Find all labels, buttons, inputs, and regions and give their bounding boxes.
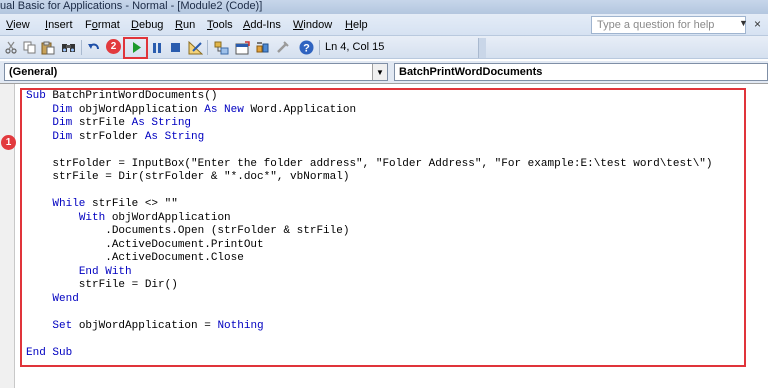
- undo-icon[interactable]: [86, 40, 100, 55]
- code-line: .ActiveDocument.Close: [26, 252, 244, 264]
- properties-icon[interactable]: [234, 40, 250, 55]
- find-icon[interactable]: [60, 40, 76, 55]
- step-badge-1: 1: [1, 135, 16, 150]
- editor-margin: [0, 84, 15, 388]
- code-line: End Sub: [26, 346, 73, 359]
- code-line: .Documents.Open (strFolder & strFile): [26, 225, 350, 237]
- code-line: While strFile <> "": [52, 198, 178, 210]
- code-line: .ActiveDocument.PrintOut: [26, 238, 264, 251]
- code-line: strFolder = InputBox("Enter the folder a…: [26, 157, 713, 170]
- run-button-highlight: [123, 37, 148, 59]
- object-combo-value: (General): [9, 66, 58, 78]
- cursor-position: Ln 4, Col 15: [325, 41, 385, 53]
- code-line: Wend: [52, 292, 79, 305]
- menu-format[interactable]: Format: [85, 18, 120, 32]
- code-line: strFile = Dir(): [26, 279, 178, 291]
- code-line: Sub BatchPrintWordDocuments(): [26, 90, 218, 102]
- close-icon[interactable]: ×: [754, 17, 761, 31]
- cut-icon[interactable]: [4, 40, 18, 55]
- code-text[interactable]: Sub BatchPrintWordDocuments() Dim objWor…: [26, 90, 713, 360]
- help-search-input[interactable]: Type a question for help: [591, 16, 746, 34]
- code-line: Dim strFile As String: [52, 117, 192, 129]
- title-bar: ual Basic for Applications - Normal - [M…: [0, 0, 768, 14]
- design-mode-icon[interactable]: [187, 40, 203, 55]
- code-line: strFile = Dir(strFolder & "*.doc*", vbNo…: [26, 171, 350, 183]
- code-editor[interactable]: Sub BatchPrintWordDocuments() Dim objWor…: [0, 83, 768, 388]
- toolbox-icon[interactable]: [275, 40, 289, 55]
- menu-run[interactable]: Run: [175, 18, 195, 32]
- code-window-header: (General) ▼ BatchPrintWordDocuments: [0, 61, 768, 83]
- object-combo[interactable]: (General) ▼: [4, 63, 388, 81]
- help-icon[interactable]: ?: [298, 40, 314, 55]
- reset-icon[interactable]: [169, 40, 181, 55]
- object-browser-icon[interactable]: [254, 40, 270, 55]
- code-line: End With: [78, 265, 132, 278]
- procedure-combo-value: BatchPrintWordDocuments: [399, 66, 543, 78]
- menu-add-ins[interactable]: Add-Ins: [243, 18, 281, 32]
- project-explorer-icon[interactable]: [213, 40, 229, 55]
- menu-window[interactable]: Window: [293, 18, 332, 32]
- break-icon[interactable]: [151, 40, 163, 55]
- code-line: With objWordApplication: [78, 211, 231, 224]
- step-badge-2: 2: [106, 39, 121, 54]
- menu-view[interactable]: View: [6, 18, 30, 32]
- toolbar-grip[interactable]: [478, 38, 486, 58]
- paste-icon[interactable]: [40, 40, 56, 55]
- procedure-combo[interactable]: BatchPrintWordDocuments: [394, 63, 768, 81]
- svg-text:?: ?: [303, 43, 310, 55]
- chevron-down-icon[interactable]: ▼: [372, 64, 387, 80]
- copy-icon[interactable]: [22, 40, 36, 55]
- code-line: Set objWordApplication = Nothing: [52, 319, 264, 332]
- code-line: Dim strFolder As String: [52, 130, 205, 143]
- code-line: Dim objWordApplication As New Word.Appli…: [52, 103, 357, 116]
- menu-help[interactable]: Help: [345, 18, 368, 32]
- menu-debug[interactable]: Debug: [131, 18, 163, 32]
- menu-insert[interactable]: Insert: [45, 18, 73, 32]
- window-title: ual Basic for Applications - Normal - [M…: [0, 0, 263, 12]
- chevron-down-icon[interactable]: ▼: [739, 18, 748, 28]
- menu-tools[interactable]: Tools: [207, 18, 233, 32]
